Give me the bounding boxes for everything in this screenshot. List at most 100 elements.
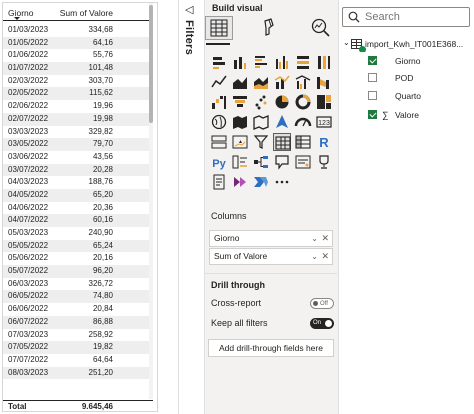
scrollbar-thumb[interactable] <box>149 5 153 123</box>
more-visuals-icon[interactable] <box>273 173 291 191</box>
table-row[interactable]: 05/05/2022 65,24 <box>3 239 153 253</box>
search-input[interactable] <box>365 10 465 24</box>
field-checkbox[interactable] <box>368 56 377 65</box>
table-row[interactable]: 06/06/2022 20,84 <box>3 303 153 316</box>
table-row[interactable]: 03/06/2022 43,56 <box>3 151 153 164</box>
format-brush-icon[interactable] <box>256 16 284 40</box>
table-row[interactable]: 02/07/2022 19,98 <box>3 112 153 126</box>
key-influencers-icon[interactable] <box>231 153 249 171</box>
table-visual[interactable]: Giorno Sum of Valore 01/03/2023 334,68 01/… <box>2 2 158 412</box>
line-clustered-icon[interactable] <box>294 73 312 91</box>
table-row[interactable]: 05/03/2023 240,90 <box>3 227 153 240</box>
table-row[interactable]: 05/06/2022 20,16 <box>3 252 153 265</box>
chevron-down-icon[interactable]: ⌄ <box>311 231 318 246</box>
field-checkbox[interactable] <box>368 73 377 82</box>
100-column-icon[interactable] <box>315 53 333 71</box>
filters-pane-collapsed[interactable]: ◁ Filters <box>178 0 204 414</box>
table-row[interactable]: 04/06/2022 20,36 <box>3 202 153 215</box>
table-row[interactable]: 06/07/2022 86,88 <box>3 315 153 329</box>
map-icon[interactable] <box>210 113 228 131</box>
scatter-icon[interactable] <box>252 93 270 111</box>
python-visual-icon[interactable]: Py <box>210 153 228 171</box>
treemap-icon[interactable] <box>315 93 333 111</box>
line-chart-icon[interactable] <box>210 73 228 91</box>
close-icon[interactable]: ✕ <box>321 249 329 264</box>
smart-narrative-icon[interactable] <box>294 153 312 171</box>
stacked-area-icon[interactable] <box>252 73 270 91</box>
multi-card-icon[interactable] <box>210 133 228 151</box>
filled-map-icon[interactable] <box>231 113 249 131</box>
table-row[interactable]: 04/03/2023 188,76 <box>3 176 153 189</box>
cell-giorno: 04/03/2023 <box>8 177 49 187</box>
table-row[interactable]: 07/05/2022 19,82 <box>3 341 153 354</box>
shape-map-icon[interactable] <box>252 113 270 131</box>
filters-label[interactable]: Filters <box>183 20 195 55</box>
r-visual-icon[interactable]: R <box>315 133 333 151</box>
table-name: import_Kwh_IT001E368... <box>365 39 464 49</box>
ribbon-chart-icon[interactable] <box>315 73 333 91</box>
table-row[interactable]: 01/06/2022 55,76 <box>3 49 153 62</box>
table-row[interactable]: 02/06/2022 19,96 <box>3 100 153 113</box>
table-row[interactable]: 03/05/2022 79,70 <box>3 138 153 151</box>
waterfall-icon[interactable] <box>210 93 228 111</box>
donut-icon[interactable] <box>294 93 312 111</box>
card-icon[interactable]: 123 <box>315 113 333 131</box>
slicer-icon[interactable] <box>252 133 270 151</box>
table-scrollbar[interactable] <box>149 3 153 399</box>
drill-through-drop-zone[interactable]: Add drill-through fields here <box>208 339 334 357</box>
decomposition-tree-icon[interactable] <box>252 153 270 171</box>
chevron-left-icon[interactable]: ◁ <box>185 3 193 16</box>
stacked-bar-icon[interactable] <box>210 53 228 71</box>
table-icon[interactable] <box>273 133 291 151</box>
field-checkbox[interactable] <box>368 110 377 119</box>
paginated-report-icon[interactable] <box>210 173 228 191</box>
matrix-icon[interactable] <box>294 133 312 151</box>
table-row[interactable]: 05/07/2022 96,20 <box>3 265 153 278</box>
table-row[interactable]: 04/05/2022 65,20 <box>3 188 153 202</box>
cross-report-toggle[interactable]: Off <box>310 298 334 309</box>
power-automate-icon[interactable] <box>252 173 270 191</box>
column-field-giorno[interactable]: Giorno ⌄ ✕ <box>209 230 333 247</box>
area-chart-icon[interactable] <box>231 73 249 91</box>
chevron-down-icon[interactable]: ⌄ <box>343 38 350 47</box>
keep-all-filters-toggle[interactable]: On <box>310 318 334 329</box>
visual-grid-icon[interactable] <box>205 16 233 40</box>
header-giorno[interactable]: Giorno <box>8 8 34 18</box>
table-row[interactable]: 07/03/2023 258,92 <box>3 329 153 342</box>
table-row[interactable]: 08/03/2023 251,20 <box>3 366 153 380</box>
chevron-down-icon[interactable]: ⌄ <box>311 249 318 264</box>
field-checkbox[interactable] <box>368 91 377 100</box>
qa-icon[interactable] <box>273 153 291 171</box>
pie-icon[interactable] <box>273 93 291 111</box>
search-box[interactable] <box>342 7 470 27</box>
column-field-sum-of-valore[interactable]: Sum of Valore ⌄ ✕ <box>209 248 333 265</box>
goals-icon[interactable] <box>315 153 333 171</box>
close-icon[interactable]: ✕ <box>321 231 329 246</box>
table-row[interactable]: 03/03/2023 329,82 <box>3 126 153 139</box>
funnel-icon[interactable] <box>231 93 249 111</box>
stacked-column-icon[interactable] <box>231 53 249 71</box>
table-row[interactable]: 02/05/2022 115,62 <box>3 87 153 101</box>
clustered-column-icon[interactable] <box>273 53 291 71</box>
table-row[interactable]: 01/05/2022 64,16 <box>3 36 153 50</box>
gauge-icon[interactable] <box>294 113 312 131</box>
table-node[interactable]: ⌄ import_Kwh_IT001E368... <box>341 38 474 52</box>
power-apps-icon[interactable] <box>231 173 249 191</box>
table-row[interactable]: 06/05/2022 74,80 <box>3 290 153 304</box>
table-row[interactable]: 01/03/2023 334,68 <box>3 24 153 37</box>
table-row[interactable]: 01/07/2022 101,48 <box>3 62 153 75</box>
100-bar-icon[interactable] <box>294 53 312 71</box>
table-row[interactable]: 03/07/2022 20,28 <box>3 163 153 177</box>
line-column-icon[interactable] <box>273 73 291 91</box>
column-field-label: Sum of Valore <box>214 251 268 261</box>
table-row[interactable]: 04/07/2022 60,16 <box>3 214 153 227</box>
svg-text:Py: Py <box>212 158 226 170</box>
table-row[interactable]: 06/03/2023 326,72 <box>3 278 153 291</box>
table-row[interactable]: 07/07/2022 64,64 <box>3 354 153 367</box>
header-sum-of-valore[interactable]: Sum of Valore <box>60 8 113 18</box>
clustered-bar-icon[interactable] <box>252 53 270 71</box>
azure-map-icon[interactable] <box>273 113 291 131</box>
analytics-magnifier-icon[interactable] <box>307 16 335 40</box>
table-row[interactable]: 02/03/2022 303,70 <box>3 75 153 88</box>
kpi-icon[interactable]: ▲ <box>231 133 249 151</box>
